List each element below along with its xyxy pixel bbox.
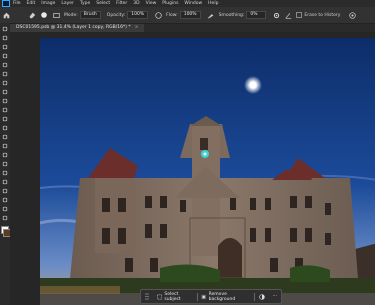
menu-file[interactable]: File <box>13 1 21 6</box>
opacity-field[interactable]: 100% <box>127 11 149 19</box>
rectangle-icon[interactable] <box>1 187 9 195</box>
select-subject-label: Select subject <box>164 291 181 302</box>
flow-field[interactable]: 100% <box>179 11 201 19</box>
pen-icon[interactable] <box>1 160 9 168</box>
document-canvas[interactable] <box>40 38 375 305</box>
select-subject-button[interactable]: Select subject <box>153 292 197 302</box>
contextual-task-bar: Select subject Remove background ··· <box>140 289 282 304</box>
mode-select[interactable]: Brush <box>79 11 101 19</box>
more-tools-icon[interactable] <box>1 214 9 222</box>
erase-to-history-label: Erase to History <box>304 12 341 18</box>
brush-icon[interactable] <box>1 97 9 105</box>
menu-3d[interactable]: 3D <box>133 1 139 6</box>
remove-background-label: Remove background <box>208 291 236 302</box>
remove-background-icon <box>201 294 207 299</box>
eraser-icon[interactable] <box>1 124 9 132</box>
path-select-icon[interactable] <box>1 178 9 186</box>
marquee-icon[interactable] <box>1 34 9 42</box>
eyedropper-icon[interactable] <box>1 79 9 87</box>
courthouse-photo <box>40 38 375 305</box>
lasso-icon[interactable] <box>1 43 9 51</box>
type-icon[interactable] <box>1 169 9 177</box>
close-tab-icon[interactable]: × <box>135 25 139 30</box>
brush-size-icon[interactable] <box>40 11 48 19</box>
clone-stamp-icon[interactable] <box>1 106 9 114</box>
menu-plugins[interactable]: Plugins <box>162 1 178 6</box>
flow-label: Flow: <box>166 12 178 18</box>
pressure-opacity-icon[interactable] <box>154 11 162 19</box>
menu-select[interactable]: Select <box>96 1 110 6</box>
contextual-more-button[interactable]: ··· <box>269 294 281 299</box>
canvas-area <box>10 32 375 305</box>
pressure-size-icon[interactable] <box>348 11 356 19</box>
contextual-more-icon: ··· <box>272 294 277 299</box>
eraser-tool-preset-icon[interactable] <box>28 11 36 19</box>
menu-window[interactable]: Window <box>184 1 202 6</box>
opacity-label: Opacity: <box>106 12 126 18</box>
menu-filter[interactable]: Filter <box>116 1 127 6</box>
document-tab[interactable]: DSC01595.psb @ 31.4% (Layer 1 copy, RGB/… <box>10 24 145 32</box>
contextual-bar-handle-icon[interactable] <box>141 293 153 300</box>
zoom-icon[interactable] <box>1 205 9 213</box>
airbrush-icon[interactable] <box>207 11 215 19</box>
menu-view[interactable]: View <box>146 1 157 6</box>
gradient-icon[interactable] <box>1 133 9 141</box>
smoothing-gear-icon[interactable] <box>272 11 280 19</box>
remove-background-button[interactable]: Remove background <box>197 292 254 302</box>
erase-to-history-checkbox[interactable] <box>296 12 303 18</box>
menu-layer[interactable]: Layer <box>61 1 74 6</box>
smoothing-label: Smoothing: <box>218 12 245 18</box>
angle-icon[interactable] <box>284 11 292 19</box>
healing-icon[interactable] <box>1 88 9 96</box>
options-bar: Mode: Brush Opacity: 100% Flow: 100% Smo… <box>0 7 375 24</box>
move-icon[interactable] <box>1 25 9 33</box>
hand-icon[interactable] <box>1 196 9 204</box>
document-tab-title: DSC01595.psb @ 31.4% (Layer 1 copy, RGB/… <box>16 25 131 30</box>
smoothing-field[interactable]: 0% <box>246 11 267 19</box>
menu-help[interactable]: Help <box>208 1 218 6</box>
frame-icon[interactable] <box>1 70 9 78</box>
history-brush-icon[interactable] <box>1 115 9 123</box>
menu-bar: File Edit Image Layer Type Select Filter… <box>0 0 375 7</box>
brush-settings-icon[interactable] <box>52 11 60 19</box>
blur-icon[interactable] <box>1 142 9 150</box>
contextual-half-circle-icon[interactable] <box>255 293 269 300</box>
mode-label: Mode: <box>64 12 78 18</box>
select-subject-icon <box>157 294 163 299</box>
document-tab-bar: DSC01595.psb @ 31.4% (Layer 1 copy, RGB/… <box>10 24 375 32</box>
home-icon[interactable] <box>2 11 10 19</box>
dodge-icon[interactable] <box>1 151 9 159</box>
menu-type[interactable]: Type <box>80 1 90 6</box>
photoshop-logo-icon <box>2 0 10 7</box>
menu-edit[interactable]: Edit <box>27 1 36 6</box>
crop-icon[interactable] <box>1 61 9 69</box>
menu-image[interactable]: Image <box>41 1 55 6</box>
quick-select-icon[interactable] <box>1 52 9 60</box>
